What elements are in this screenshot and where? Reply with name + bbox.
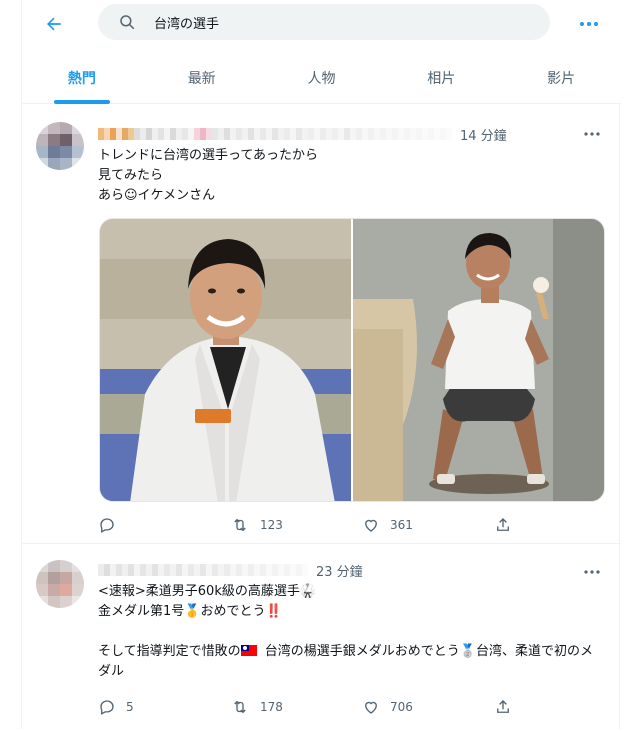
share-icon [497, 700, 509, 713]
athlete-icecream-photo [353, 219, 604, 501]
retweet-count: 178 [260, 700, 283, 714]
tab-photos[interactable]: 相片 [381, 52, 501, 104]
search-header: 熱門 最新 人物 相片 影片 [22, 0, 621, 104]
retweet-button[interactable]: 178 [230, 698, 362, 716]
tweet-timestamp[interactable]: 23 分鐘 [316, 561, 363, 580]
judo-athlete-photo [100, 219, 351, 501]
share-button[interactable] [494, 698, 512, 716]
tweet-actions: 123 361 [98, 514, 558, 536]
tweet-media[interactable] [99, 218, 605, 502]
more-dots-icon [580, 22, 598, 26]
search-box[interactable] [98, 4, 550, 40]
more-dots-icon [584, 132, 600, 136]
retweet-icon [234, 518, 246, 532]
media-photo-1[interactable] [100, 219, 351, 501]
share-button[interactable] [494, 516, 512, 534]
blurred-display-name[interactable] [98, 564, 308, 576]
tweet[interactable]: 23 分鐘 <速報>柔道男子60k級の高藤選手🥋 金メダル第1号🥇おめでとう‼️… [22, 552, 621, 729]
back-button[interactable] [40, 10, 68, 38]
timeline-column: 熱門 最新 人物 相片 影片 14 分鐘 トレンドに台湾の選手ってあったから 見… [21, 0, 621, 729]
arrow-left-icon [47, 17, 61, 31]
search-tabs: 熱門 最新 人物 相片 影片 [22, 52, 621, 104]
tweet-author-row: 23 分鐘 [98, 560, 363, 580]
tab-videos[interactable]: 影片 [501, 52, 621, 104]
tab-people[interactable]: 人物 [262, 52, 382, 104]
like-button[interactable]: 361 [362, 516, 494, 534]
avatar[interactable] [36, 122, 84, 170]
search-icon [118, 13, 136, 31]
tweet-author-row: 14 分鐘 [98, 124, 507, 144]
heart-icon [365, 519, 377, 532]
more-dots-icon [584, 570, 600, 574]
more-button[interactable] [575, 10, 603, 38]
retweet-icon [234, 700, 246, 714]
tweet-more-button[interactable] [581, 562, 603, 582]
heart-icon [365, 701, 377, 714]
reply-icon [100, 700, 114, 715]
tweet-text: <速報>柔道男子60k級の高藤選手🥋 金メダル第1号🥇おめでとう‼️ そして指導… [98, 582, 598, 682]
tweet[interactable]: 14 分鐘 トレンドに台湾の選手ってあったから 見てみたら あら☺イケメンさん [22, 112, 621, 544]
search-input[interactable] [154, 14, 534, 30]
tweet-more-button[interactable] [581, 124, 603, 144]
tweet-text: トレンドに台湾の選手ってあったから 見てみたら あら☺イケメンさん [98, 148, 318, 203]
reply-count: 5 [126, 700, 134, 714]
reply-button[interactable] [98, 516, 230, 534]
tab-top[interactable]: 熱門 [22, 52, 142, 104]
reply-button[interactable]: 5 [98, 698, 230, 716]
tweet-timestamp[interactable]: 14 分鐘 [460, 125, 507, 144]
like-count: 706 [390, 700, 413, 714]
like-button[interactable]: 706 [362, 698, 494, 716]
media-photo-2[interactable] [353, 219, 604, 501]
tab-latest[interactable]: 最新 [142, 52, 262, 104]
avatar[interactable] [36, 560, 84, 608]
tweet-actions: 5 178 706 [98, 696, 558, 718]
like-count: 361 [390, 518, 413, 532]
reply-icon [100, 518, 114, 533]
retweet-button[interactable]: 123 [230, 516, 362, 534]
retweet-count: 123 [260, 518, 283, 532]
blurred-display-name[interactable] [98, 128, 452, 140]
taiwan-flag-icon [240, 645, 257, 656]
share-icon [497, 518, 509, 531]
